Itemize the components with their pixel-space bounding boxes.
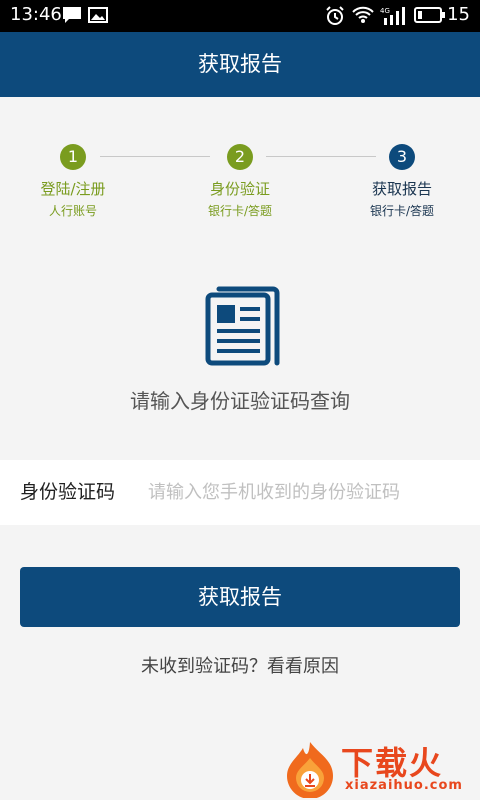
- step-subtitle: 银行卡/答题: [369, 204, 435, 218]
- step-number: 2: [227, 144, 253, 170]
- app-header: 获取报告: [0, 32, 480, 97]
- step-subtitle: 人行账号: [48, 204, 97, 218]
- step-subtitle: 银行卡/答题: [207, 204, 273, 218]
- status-time: 13:46: [10, 4, 62, 25]
- instruction-text: 请输入身份证验证码查询: [130, 389, 350, 413]
- flame-logo-icon: [287, 742, 333, 798]
- verification-code-row: 身份验证码: [0, 460, 480, 525]
- watermark: 下载火 xiazaihuo.com: [283, 738, 478, 798]
- step-number: 3: [389, 144, 415, 170]
- step-number: 1: [60, 144, 86, 170]
- step-title: 身份验证: [209, 180, 270, 198]
- watermark-domain: xiazaihuo.com: [345, 778, 463, 793]
- verification-code-input[interactable]: [148, 460, 468, 525]
- status-bar: 13:46 4G 15: [0, 0, 480, 32]
- report-document-icon: [205, 285, 281, 371]
- progress-steps: 1 登陆/注册 人行账号 2 身份验证 银行卡/答题 3 获取报告 银行卡/答题: [0, 97, 480, 237]
- step-title: 获取报告: [371, 180, 432, 198]
- no-code-help-link[interactable]: 未收到验证码？看看原因: [0, 652, 480, 678]
- signal-icon: 4G: [380, 6, 408, 30]
- step-report: 3 获取报告 银行卡/答题: [342, 144, 462, 219]
- page-title: 获取报告: [198, 52, 282, 76]
- step-identity: 2 身份验证 银行卡/答题: [180, 144, 300, 219]
- battery-level: 15: [447, 4, 470, 25]
- image-icon: [88, 6, 108, 28]
- step-title: 登陆/注册: [40, 180, 106, 198]
- battery-icon: [414, 6, 446, 28]
- step-login: 1 登陆/注册 人行账号: [13, 144, 133, 219]
- message-icon: [62, 6, 82, 28]
- wifi-icon: [352, 6, 374, 28]
- alarm-icon: [325, 6, 345, 30]
- svg-text:4G: 4G: [380, 7, 390, 15]
- get-report-button[interactable]: 获取报告: [20, 567, 460, 627]
- verification-code-label: 身份验证码: [20, 481, 116, 503]
